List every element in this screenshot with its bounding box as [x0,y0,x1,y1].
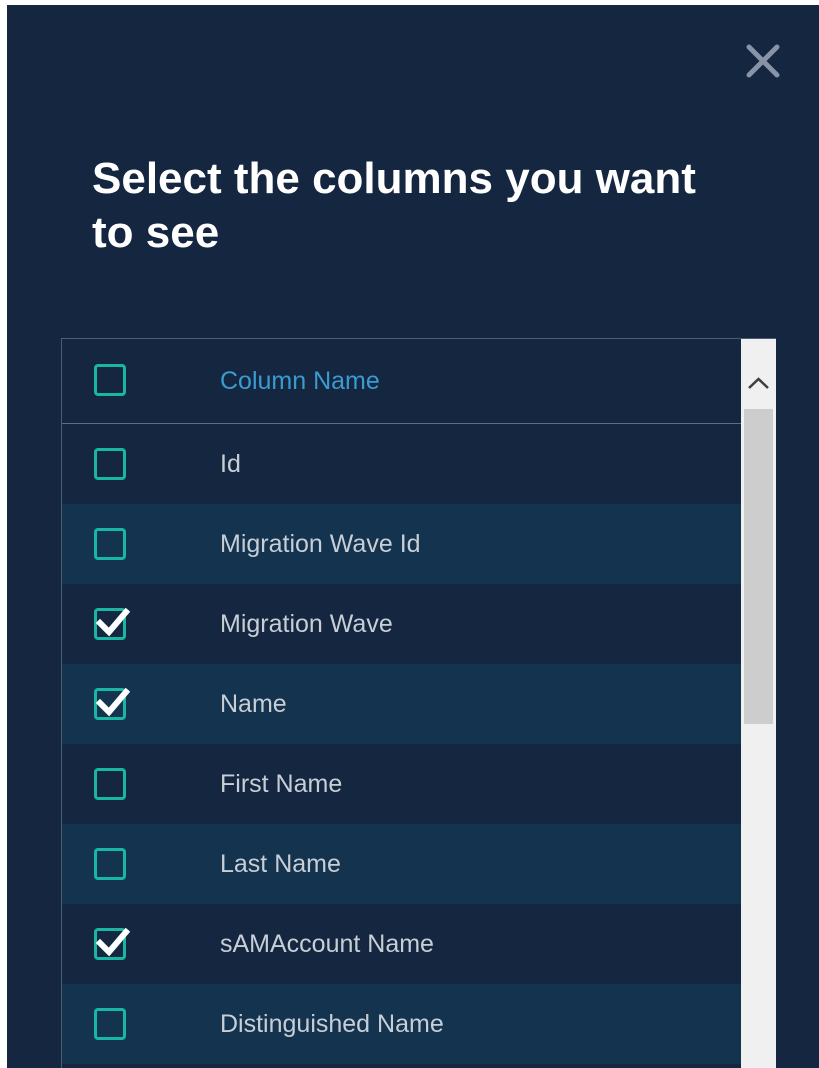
column-name-label: Last Name [220,850,341,878]
checkmark-icon [96,607,130,637]
table-row[interactable]: Last Name [62,824,741,904]
dialog-title: Select the columns you want to see [92,154,696,257]
row-checkbox[interactable] [94,768,126,800]
column-name-label: Name [220,690,287,718]
row-checkbox[interactable] [94,448,126,480]
columns-table-body: Column Name Id Migration Wave Id Migration… [62,339,741,1064]
table-row[interactable]: Migration Wave [62,584,741,664]
row-checkbox[interactable] [94,687,130,720]
column-name-label: First Name [220,770,343,798]
close-button[interactable] [741,39,785,83]
columns-table: Column Name Id Migration Wave Id Migration… [61,338,776,1068]
vertical-scrollbar[interactable] [741,339,776,1068]
table-row[interactable]: sAMAccount Name [62,904,741,984]
table-header-row: Column Name [62,339,741,424]
close-icon [746,44,780,78]
row-checkbox[interactable] [94,927,130,960]
scrollbar-thumb[interactable] [744,409,773,724]
row-checkbox[interactable] [94,1008,126,1040]
checkmark-icon [96,687,130,717]
scroll-up-button[interactable] [741,339,776,409]
table-row[interactable]: Distinguished Name [62,984,741,1064]
column-name-header[interactable]: Column Name [220,366,380,396]
column-chooser-dialog: Select the columns you want to see Colum… [7,5,819,1068]
row-checkbox[interactable] [94,848,126,880]
table-row[interactable]: Migration Wave Id [62,504,741,584]
select-all-checkbox[interactable] [94,364,126,396]
column-name-label: sAMAccount Name [220,930,434,958]
table-row[interactable]: Name [62,664,741,744]
column-name-label: Migration Wave Id [220,530,421,558]
column-name-label: Id [220,450,241,478]
table-row[interactable]: First Name [62,744,741,824]
table-row[interactable]: Id [62,424,741,504]
chevron-up-icon [748,377,769,389]
checkmark-icon [96,927,130,957]
row-checkbox[interactable] [94,607,130,640]
column-name-label: Distinguished Name [220,1010,444,1038]
row-checkbox[interactable] [94,528,126,560]
column-name-label: Migration Wave [220,610,393,638]
